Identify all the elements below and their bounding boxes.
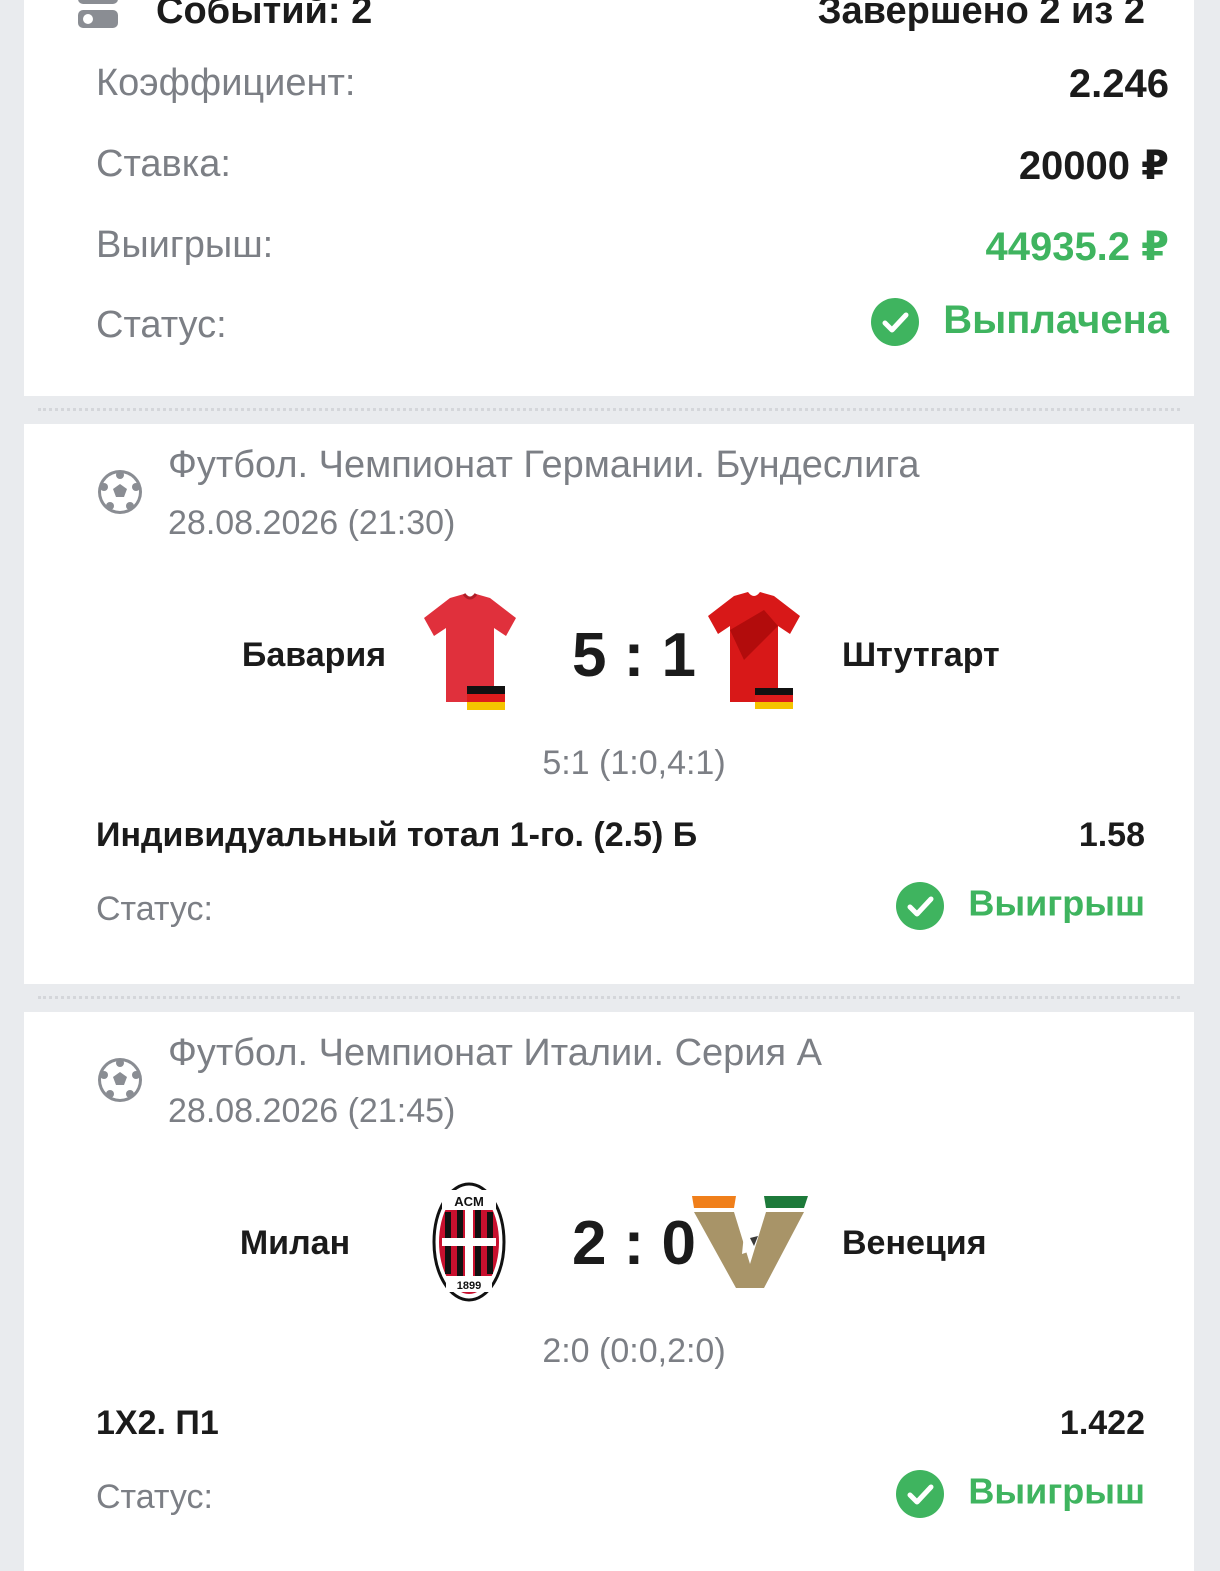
stake-label: Ставка: xyxy=(96,143,231,185)
event-date: 28.08.2026 (21:30) xyxy=(168,504,456,542)
venezia-badge-icon xyxy=(692,1196,808,1288)
bet-odd: 1.422 xyxy=(1059,1404,1145,1442)
event-status: Выигрыш xyxy=(896,1470,1145,1518)
check-circle-icon xyxy=(871,298,920,347)
event-card[interactable]: Футбол. Чемпионат Германии. Бундеслига 2… xyxy=(24,424,1194,984)
events-icon xyxy=(78,0,118,28)
ticket-separator xyxy=(10,396,1208,424)
svg-text:ACM: ACM xyxy=(454,1194,484,1209)
away-team: Венеция xyxy=(842,1224,987,1262)
status-value: Выплачена xyxy=(943,298,1169,342)
stake-value: 20000 ₽ xyxy=(1018,144,1169,188)
league-name: Футбол. Чемпионат Италии. Серия А xyxy=(168,1032,822,1074)
coef-row: Коэффициент: 2.246 xyxy=(96,62,1169,122)
event-status: Выигрыш xyxy=(896,882,1145,930)
status-row: Статус: Выплачена xyxy=(96,298,1169,364)
match-score: 5 : 1 xyxy=(571,621,697,690)
soccer-ball-icon xyxy=(98,1058,142,1102)
league-name: Футбол. Чемпионат Германии. Бундеслига xyxy=(168,444,920,486)
jersey-icon xyxy=(708,592,800,709)
check-circle-icon xyxy=(896,1470,945,1518)
win-row: Выигрыш: 44935.2 ₽ xyxy=(96,224,1169,284)
bet-market: 1X2. П1 xyxy=(96,1404,219,1442)
home-team: Милан xyxy=(239,1224,351,1262)
score-detail: 5:1 (1:0,4:1) xyxy=(542,744,726,782)
win-value: 44935.2 ₽ xyxy=(985,225,1169,269)
status-value-wrap: Выплачена xyxy=(871,298,1169,347)
check-circle-icon xyxy=(896,882,945,930)
event-date: 28.08.2026 (21:45) xyxy=(168,1092,456,1130)
ticket-separator xyxy=(10,984,1208,1012)
score-detail: 2:0 (0:0,2:0) xyxy=(542,1332,726,1370)
home-team: Бавария xyxy=(241,636,387,674)
bet-market: Индивидуальный тотал 1-го. (2.5) Б xyxy=(96,816,698,854)
event-status-value: Выигрыш xyxy=(968,882,1145,924)
status-label: Статус: xyxy=(96,304,227,346)
event-status-value: Выигрыш xyxy=(968,1470,1145,1512)
coef-value: 2.246 xyxy=(1068,62,1169,106)
away-team: Штутгарт xyxy=(842,636,1000,674)
event-status-label: Статус: xyxy=(96,1478,213,1516)
events-count: Событий: 2 xyxy=(156,0,373,32)
event-card[interactable]: Футбол. Чемпионат Италии. Серия А 28.08.… xyxy=(24,1012,1194,1571)
bet-odd: 1.58 xyxy=(1078,816,1145,854)
coef-label: Коэффициент: xyxy=(96,62,356,104)
jersey-icon xyxy=(424,593,516,710)
win-label: Выигрыш: xyxy=(96,224,274,266)
stake-row: Ставка: 20000 ₽ xyxy=(96,143,1169,203)
soccer-ball-icon xyxy=(98,470,142,514)
completed-count: Завершено 2 из 2 xyxy=(817,0,1145,32)
milan-badge-icon: ACM 1899 xyxy=(432,1182,506,1302)
event-status-label: Статус: xyxy=(96,890,213,928)
bet-summary-card: Событий: 2 Завершено 2 из 2 Коэффициент:… xyxy=(24,0,1194,396)
svg-text:1899: 1899 xyxy=(457,1280,481,1292)
